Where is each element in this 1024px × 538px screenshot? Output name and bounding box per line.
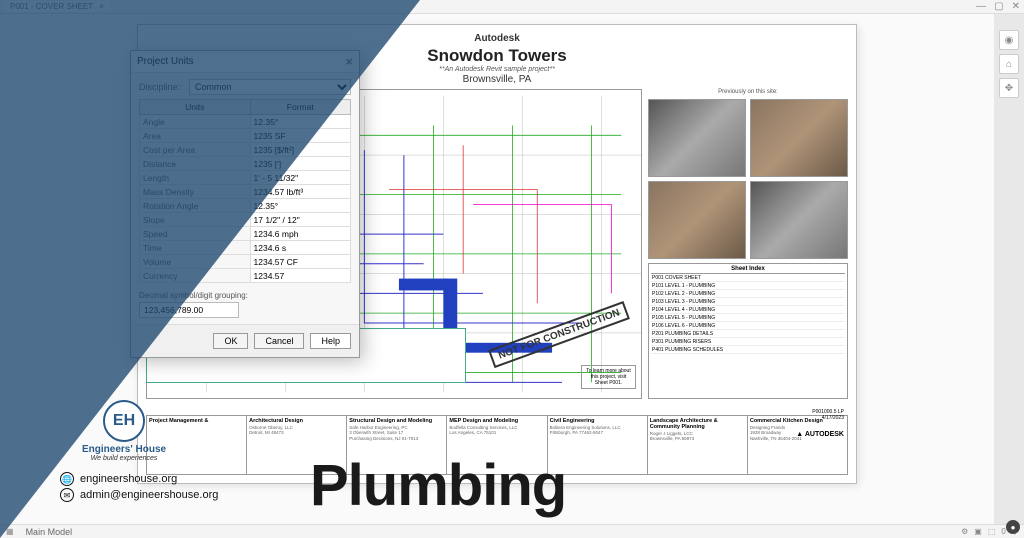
sheet-index-title: Sheet Index — [651, 266, 845, 274]
autodesk-logo: ▲ AUTODESK — [796, 431, 844, 438]
email-text: admin@engineershouse.org — [80, 489, 218, 501]
view-toolbar: ◉ ⌂ ✥ — [996, 30, 1022, 98]
sheet-index-row: P105 LEVEL 5 - PLUMBING — [651, 314, 845, 322]
cell-sub: Bodfella Consulting Services, LLCLos Ang… — [449, 425, 544, 436]
window-controls: — ▢ ✕ — [976, 1, 1020, 12]
historic-photo-2 — [750, 99, 848, 177]
status-icon-2[interactable]: ▣ — [974, 527, 982, 536]
titleblock-cell: Commercial Kitchen DesignDesigning Frand… — [748, 416, 847, 474]
learn-more-note: To learn more about this project, visit … — [581, 365, 636, 389]
sheet-index-row: P104 LEVEL 4 - PLUMBING — [651, 306, 845, 314]
historic-photo-4 — [750, 181, 848, 259]
mail-icon: ✉ — [60, 488, 74, 502]
overlay-triangle — [0, 0, 420, 538]
cell-title: Civil Engineering — [550, 418, 645, 424]
sheet-index: Sheet Index P001 COVER SHEETP101 LEVEL 1… — [648, 263, 848, 399]
minimize-icon[interactable]: — — [976, 1, 986, 12]
website-text: engineershouse.org — [80, 473, 177, 485]
cell-sub: Roger J Liggets, LCCBrownsville, PA 5597… — [650, 431, 745, 442]
logo-block: EH Engineers' House We build experiences — [82, 400, 166, 462]
sheet-side-column: Previously on this site: Sheet Index P00… — [648, 89, 848, 399]
titleblock-code: P001000.5 LP 4/17/2023 — [812, 409, 844, 421]
sheet-index-row: P102 LEVEL 2 - PLUMBING — [651, 290, 845, 298]
logo-tagline: We build experiences — [82, 455, 166, 462]
cell-title: MEP Design and Modeling — [449, 418, 544, 424]
sheet-index-row: P103 LEVEL 3 - PLUMBING — [651, 298, 845, 306]
email-row: ✉ admin@engineershouse.org — [60, 488, 218, 502]
sheet-index-row: P001 COVER SHEET — [651, 274, 845, 282]
globe-icon: 🌐 — [60, 472, 74, 486]
sheet-index-row: P106 LEVEL 6 - PLUMBING — [651, 322, 845, 330]
sheet-index-row: P301 PLUMBING RISERS — [651, 338, 845, 346]
cell-sub: Bolitera Engineering Solutions, LLCPitts… — [550, 425, 645, 436]
sheet-index-row: P101 LEVEL 1 - PLUMBING — [651, 282, 845, 290]
maximize-icon[interactable]: ▢ — [994, 1, 1003, 12]
close-icon[interactable]: ✕ — [1012, 1, 1020, 12]
sheet-index-row: P201 PLUMBING DETAILS — [651, 330, 845, 338]
historic-photo-1 — [648, 99, 746, 177]
pan-icon[interactable]: ✥ — [999, 78, 1019, 98]
record-indicator-icon: ● — [1006, 520, 1020, 534]
titleblock-cell: Landscape Architecture & Community Plann… — [648, 416, 748, 474]
photo-grid — [648, 99, 848, 259]
website-row: 🌐 engineershouse.org — [60, 472, 218, 486]
logo-icon: EH — [103, 400, 145, 442]
status-icon[interactable]: ⚙ — [961, 527, 968, 536]
sheet-index-row: P401 PLUMBING SCHEDULES — [651, 346, 845, 354]
historic-photo-3 — [648, 181, 746, 259]
logo-name: Engineers' House — [82, 444, 166, 455]
status-icon-3[interactable]: ⬚ — [988, 527, 996, 536]
contact-block: 🌐 engineershouse.org ✉ admin@engineersho… — [60, 472, 218, 504]
navigation-wheel-icon[interactable]: ◉ — [999, 30, 1019, 50]
home-view-icon[interactable]: ⌂ — [999, 54, 1019, 74]
photo-caption: Previously on this site: — [648, 89, 848, 95]
cell-title: Landscape Architecture & Community Plann… — [650, 418, 745, 430]
